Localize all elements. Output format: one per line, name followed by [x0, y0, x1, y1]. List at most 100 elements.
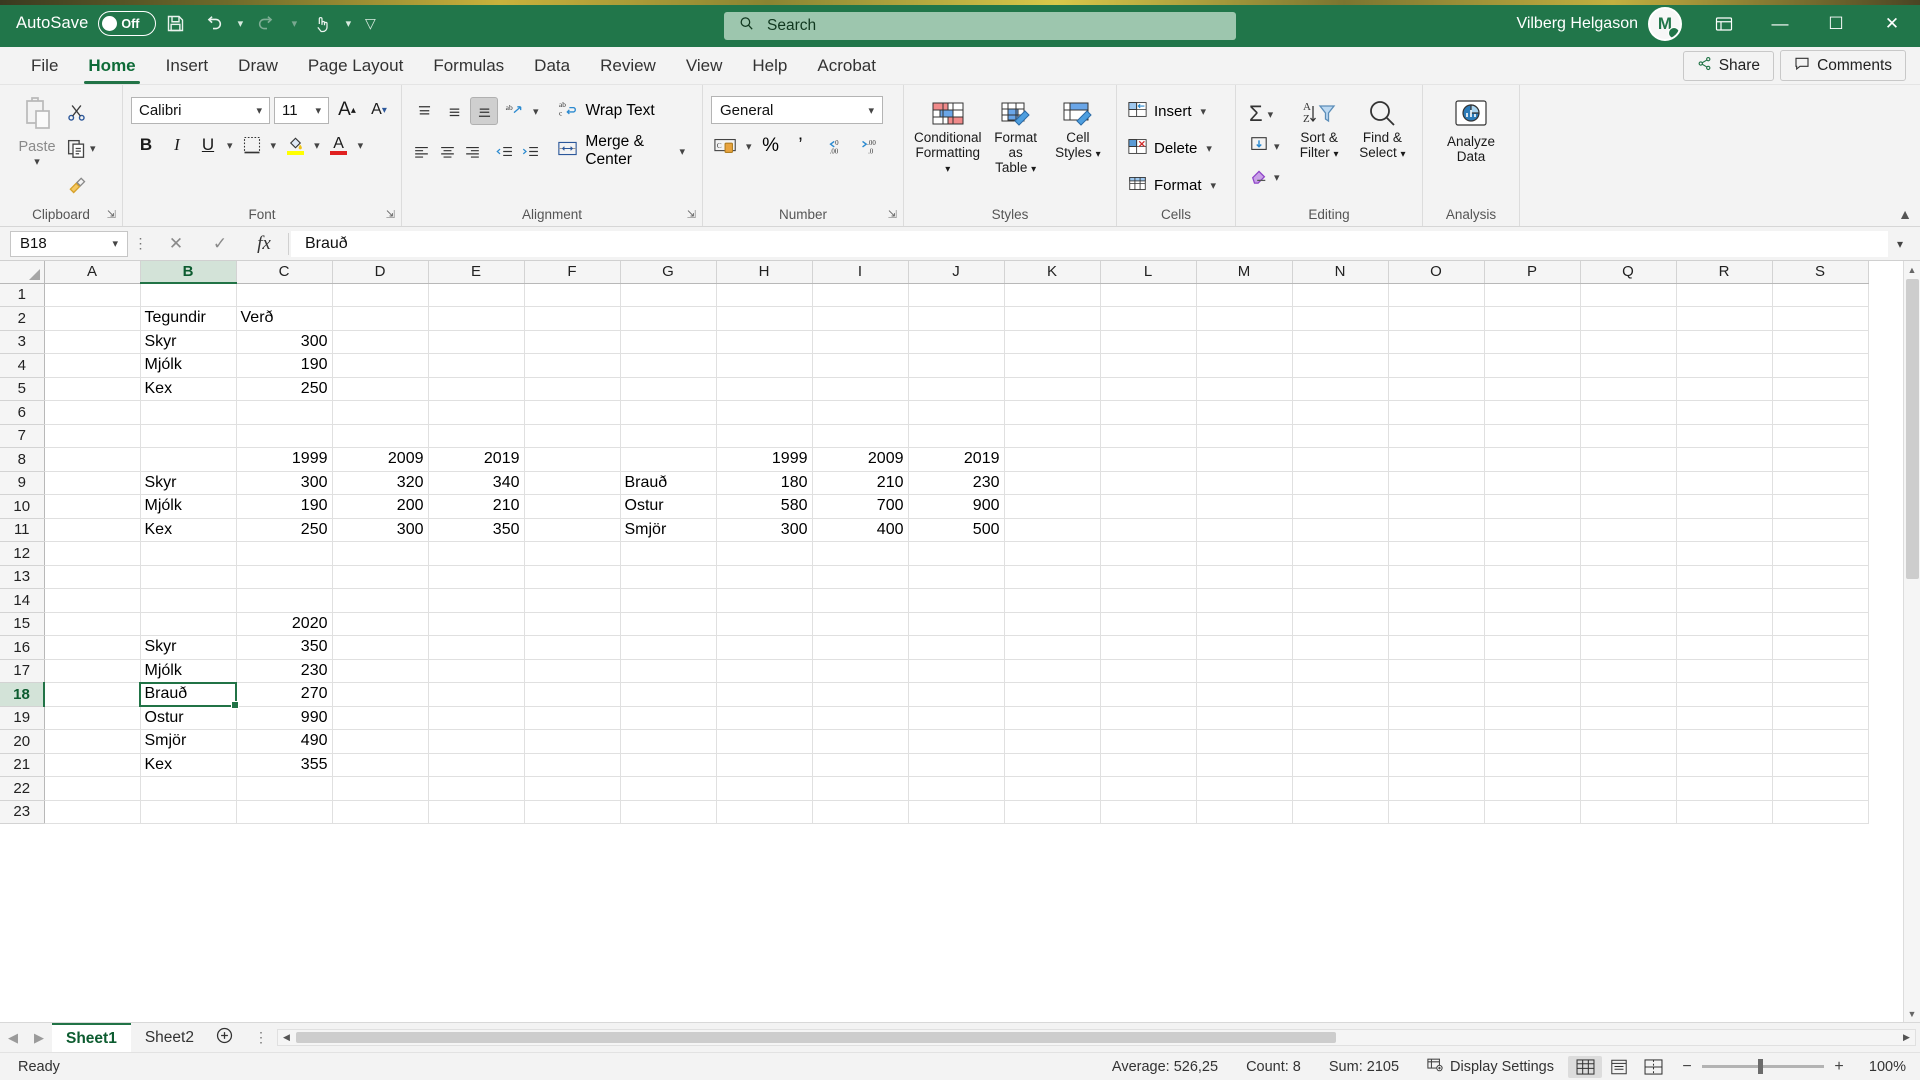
cell-L5[interactable]: [1100, 377, 1197, 401]
cell-M18[interactable]: [1196, 682, 1293, 707]
cell-N21[interactable]: [1292, 753, 1389, 777]
cell-B17[interactable]: Mjólk: [140, 659, 237, 683]
cell-H18[interactable]: [716, 682, 813, 707]
cell-P5[interactable]: [1484, 377, 1581, 401]
cell-G12[interactable]: [620, 541, 717, 566]
cell-N22[interactable]: [1292, 776, 1389, 801]
cell-D11[interactable]: 300: [332, 518, 429, 542]
cell-D14[interactable]: [332, 588, 429, 613]
cell-F20[interactable]: [524, 729, 621, 754]
cell-C22[interactable]: [236, 776, 333, 801]
increase-indent-button[interactable]: [518, 137, 541, 165]
cell-B10[interactable]: Mjólk: [140, 494, 237, 519]
cell-J10[interactable]: 900: [908, 494, 1005, 519]
cell-K19[interactable]: [1004, 706, 1101, 730]
cell-H2[interactable]: [716, 306, 813, 331]
column-header-b[interactable]: B: [140, 261, 237, 284]
cell-R9[interactable]: [1676, 471, 1773, 495]
analyze-data-button[interactable]: Analyze Data: [1431, 95, 1511, 206]
cell-S22[interactable]: [1772, 776, 1869, 801]
cell-S19[interactable]: [1772, 706, 1869, 730]
cell-D20[interactable]: [332, 729, 429, 754]
cell-H17[interactable]: [716, 659, 813, 683]
cell-R20[interactable]: [1676, 729, 1773, 754]
cell-M2[interactable]: [1196, 306, 1293, 331]
row-header-3[interactable]: 3: [0, 330, 45, 354]
cell-J8[interactable]: 2019: [908, 447, 1005, 472]
cell-R14[interactable]: [1676, 588, 1773, 613]
search-box[interactable]: Search: [724, 12, 1236, 40]
cell-E4[interactable]: [428, 353, 525, 378]
cell-B6[interactable]: [140, 400, 237, 425]
cell-K21[interactable]: [1004, 753, 1101, 777]
cell-S2[interactable]: [1772, 306, 1869, 331]
cell-B13[interactable]: [140, 565, 237, 589]
cell-E3[interactable]: [428, 330, 525, 354]
cell-I8[interactable]: 2009: [812, 447, 909, 472]
cell-B12[interactable]: [140, 541, 237, 566]
cell-H1[interactable]: [716, 283, 813, 307]
cell-O11[interactable]: [1388, 518, 1485, 542]
cell-P20[interactable]: [1484, 729, 1581, 754]
cell-O13[interactable]: [1388, 565, 1485, 589]
cell-N4[interactable]: [1292, 353, 1389, 378]
cell-N8[interactable]: [1292, 447, 1389, 472]
font-size-chevron-down-icon[interactable]: ▾: [312, 104, 324, 117]
cut-button[interactable]: [66, 102, 99, 123]
cell-R10[interactable]: [1676, 494, 1773, 519]
cell-M14[interactable]: [1196, 588, 1293, 613]
number-format-chevron-down-icon[interactable]: ▾: [865, 104, 877, 117]
cell-M9[interactable]: [1196, 471, 1293, 495]
row-header-6[interactable]: 6: [0, 400, 45, 425]
cell-O15[interactable]: [1388, 612, 1485, 636]
cell-B22[interactable]: [140, 776, 237, 801]
cell-M23[interactable]: [1196, 800, 1293, 824]
cell-O20[interactable]: [1388, 729, 1485, 754]
cell-G17[interactable]: [620, 659, 717, 683]
cell-M19[interactable]: [1196, 706, 1293, 730]
insert-function-icon[interactable]: fx: [242, 231, 286, 257]
cell-D9[interactable]: 320: [332, 471, 429, 495]
cell-C17[interactable]: 230: [236, 659, 333, 683]
share-button[interactable]: Share: [1682, 50, 1775, 81]
cell-S9[interactable]: [1772, 471, 1869, 495]
cell-H19[interactable]: [716, 706, 813, 730]
tab-draw[interactable]: Draw: [223, 48, 293, 84]
cell-E21[interactable]: [428, 753, 525, 777]
confirm-icon[interactable]: ✓: [198, 231, 242, 257]
cell-M13[interactable]: [1196, 565, 1293, 589]
cell-O21[interactable]: [1388, 753, 1485, 777]
cell-J19[interactable]: [908, 706, 1005, 730]
horizontal-scroll-thumb[interactable]: [295, 1032, 1336, 1043]
zoom-in-button[interactable]: +: [1832, 1058, 1846, 1076]
cell-A16[interactable]: [44, 635, 141, 660]
format-as-table-button[interactable]: Format as Table ▾: [986, 95, 1046, 178]
wrap-text-button[interactable]: ab c Wrap Text: [552, 97, 661, 125]
align-left-button[interactable]: [410, 137, 433, 165]
cell-Q10[interactable]: [1580, 494, 1677, 519]
cell-I6[interactable]: [812, 400, 909, 425]
cell-Q21[interactable]: [1580, 753, 1677, 777]
number-dialog-launcher-icon[interactable]: ⇲: [888, 206, 897, 224]
cell-G1[interactable]: [620, 283, 717, 307]
cell-Q3[interactable]: [1580, 330, 1677, 354]
cell-F10[interactable]: [524, 494, 621, 519]
cell-S4[interactable]: [1772, 353, 1869, 378]
cell-L13[interactable]: [1100, 565, 1197, 589]
cell-L2[interactable]: [1100, 306, 1197, 331]
cell-A23[interactable]: [44, 800, 141, 824]
cell-A1[interactable]: [44, 283, 141, 307]
cell-styles-button[interactable]: Cell Styles ▾: [1048, 95, 1108, 163]
select-all-corner[interactable]: [0, 261, 45, 284]
avatar[interactable]: M: [1648, 6, 1682, 41]
cell-O10[interactable]: [1388, 494, 1485, 519]
cell-I13[interactable]: [812, 565, 909, 589]
cell-D1[interactable]: [332, 283, 429, 307]
cell-M20[interactable]: [1196, 729, 1293, 754]
cell-B9[interactable]: Skyr: [140, 471, 237, 495]
zoom-thumb[interactable]: [1758, 1059, 1763, 1074]
cell-H8[interactable]: 1999: [716, 447, 813, 472]
number-format-select[interactable]: General ▾: [711, 96, 883, 124]
cell-J20[interactable]: [908, 729, 1005, 754]
cell-E12[interactable]: [428, 541, 525, 566]
